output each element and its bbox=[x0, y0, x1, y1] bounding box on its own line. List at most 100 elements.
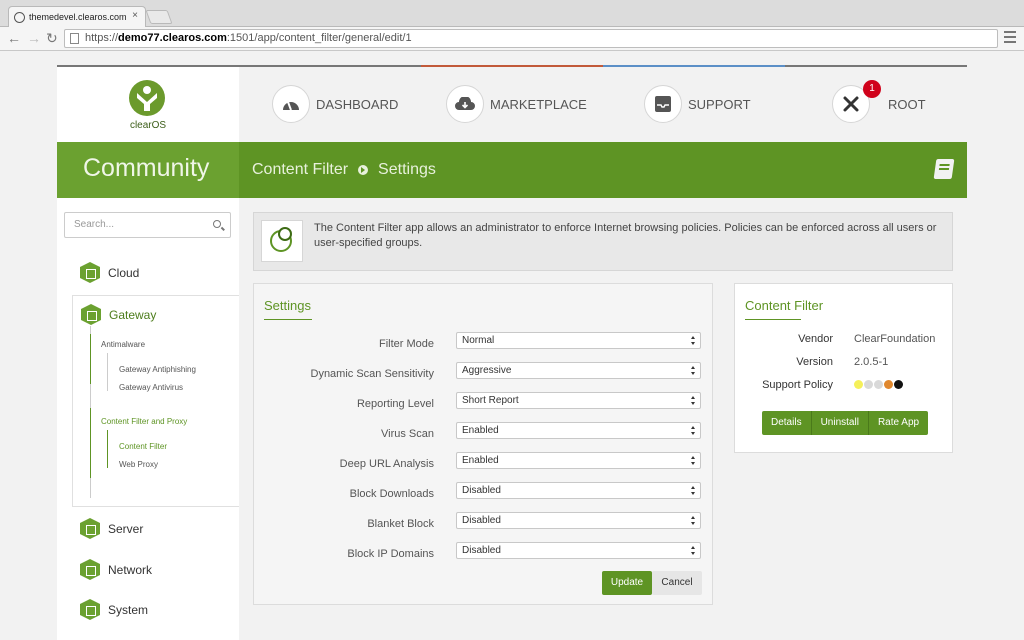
sidebar-item-network-label: Network bbox=[108, 562, 153, 577]
select-arrows-icon bbox=[691, 486, 696, 495]
reload-icon[interactable]: ↻ bbox=[46, 30, 58, 46]
sidebar-item-system[interactable]: System bbox=[80, 599, 148, 620]
nav-support-label: SUPPORT bbox=[688, 96, 751, 112]
vendor-label: Vendor bbox=[798, 333, 833, 345]
page-banner: Community Content Filter Settings bbox=[57, 142, 967, 198]
rate-app-button[interactable]: Rate App bbox=[868, 411, 929, 435]
support-dot bbox=[884, 380, 893, 389]
filter-mode-value: Normal bbox=[462, 335, 495, 346]
scan-sensitivity-select[interactable]: Aggressive bbox=[456, 362, 701, 379]
details-button[interactable]: Details bbox=[762, 411, 812, 435]
inbox-icon bbox=[644, 85, 682, 123]
block-ip-domains-label: Block IP Domains bbox=[347, 548, 434, 560]
breadcrumb-page: Settings bbox=[378, 161, 436, 178]
block-downloads-select[interactable]: Disabled bbox=[456, 482, 701, 499]
app-description-text: The Content Filter app allows an adminis… bbox=[314, 222, 937, 249]
block-ip-domains-select[interactable]: Disabled bbox=[456, 542, 701, 559]
cancel-button[interactable]: Cancel bbox=[652, 571, 702, 595]
browser-toolbar: ← → ↻ https://demo77.clearos.com:1501/ap… bbox=[0, 27, 1024, 51]
url-scheme: https:// bbox=[85, 32, 119, 44]
nav-marketplace[interactable]: MARKETPLACE bbox=[446, 84, 587, 124]
breadcrumb-app[interactable]: Content Filter bbox=[252, 161, 348, 179]
version-value: 2.0.5-1 bbox=[854, 356, 889, 368]
block-downloads-label: Block Downloads bbox=[349, 488, 434, 500]
sidebar-item-network[interactable]: Network bbox=[80, 559, 152, 580]
nav-support[interactable]: SUPPORT bbox=[644, 84, 751, 124]
search-input[interactable]: Search... bbox=[64, 212, 231, 238]
url-host: demo77.clearos.com bbox=[118, 32, 227, 44]
blanket-block-select[interactable]: Disabled bbox=[456, 512, 701, 529]
sidebar-item-cloud-label: Cloud bbox=[108, 265, 140, 280]
app-info-title: Content Filter bbox=[745, 298, 824, 313]
browser-tab[interactable]: themedevel.clearos.com × bbox=[8, 6, 146, 27]
logo-text: clearOS bbox=[129, 120, 167, 131]
cube-icon bbox=[80, 262, 100, 283]
reporting-level-value: Short Report bbox=[462, 395, 519, 406]
blanket-block-value: Disabled bbox=[462, 515, 501, 526]
sidebar-item-gateway[interactable]: Gateway bbox=[81, 304, 156, 325]
select-arrows-icon bbox=[691, 336, 696, 345]
book-icon[interactable] bbox=[933, 159, 955, 179]
virus-scan-label: Virus Scan bbox=[381, 428, 434, 440]
select-arrows-icon bbox=[691, 426, 696, 435]
back-arrow-icon[interactable]: ← bbox=[7, 30, 21, 46]
tree-line-active bbox=[90, 334, 91, 384]
content-filter-app-icon bbox=[261, 220, 303, 262]
sidebar-item-gateway-antivirus[interactable]: Gateway Antivirus bbox=[119, 383, 183, 392]
address-bar[interactable]: https://demo77.clearos.com:1501/app/cont… bbox=[64, 29, 998, 48]
new-tab-button[interactable] bbox=[145, 10, 173, 24]
vendor-value: ClearFoundation bbox=[854, 333, 936, 345]
settings-title: Settings bbox=[264, 298, 311, 313]
filter-mode-select[interactable]: Normal bbox=[456, 332, 701, 349]
reporting-level-select[interactable]: Short Report bbox=[456, 392, 701, 409]
nav-root[interactable]: 1 ROOT bbox=[832, 80, 926, 124]
select-arrows-icon bbox=[691, 366, 696, 375]
app-frame: clearOS DASHBOARD MARKETPLACE SUPPORT 1 bbox=[57, 65, 967, 640]
support-policy-rating bbox=[854, 380, 914, 390]
header-nav: DASHBOARD MARKETPLACE SUPPORT 1 ROOT bbox=[239, 67, 967, 142]
select-arrows-icon bbox=[691, 396, 696, 405]
update-button[interactable]: Update bbox=[602, 571, 652, 595]
group-content-filter-proxy[interactable]: Content Filter and Proxy bbox=[101, 417, 187, 426]
nav-dashboard-label: DASHBOARD bbox=[316, 96, 399, 112]
cube-icon bbox=[80, 518, 100, 539]
uninstall-button[interactable]: Uninstall bbox=[811, 411, 869, 435]
select-arrows-icon bbox=[691, 546, 696, 555]
browser-menu-icon[interactable] bbox=[1004, 31, 1016, 46]
group-antimalware[interactable]: Antimalware bbox=[101, 340, 145, 349]
breadcrumb: Content Filter Settings bbox=[252, 161, 436, 179]
app-description: The Content Filter app allows an adminis… bbox=[253, 212, 953, 271]
tab-close-icon[interactable]: × bbox=[132, 10, 138, 21]
breadcrumb-arrow-icon bbox=[358, 165, 369, 175]
virus-scan-select[interactable]: Enabled bbox=[456, 422, 701, 439]
sidebar-item-server[interactable]: Server bbox=[80, 518, 143, 539]
sidebar-item-gateway-label: Gateway bbox=[109, 307, 157, 322]
edition-box: Community bbox=[57, 142, 239, 198]
notification-badge: 1 bbox=[863, 80, 881, 98]
app-actions: Details Uninstall Rate App bbox=[762, 411, 929, 435]
sidebar-item-web-proxy[interactable]: Web Proxy bbox=[119, 460, 158, 469]
search-icon[interactable] bbox=[213, 220, 221, 228]
block-downloads-value: Disabled bbox=[462, 485, 501, 496]
sidebar-item-server-label: Server bbox=[108, 521, 144, 536]
title-underline bbox=[745, 319, 801, 320]
logo-area[interactable]: clearOS bbox=[57, 67, 239, 142]
support-dot bbox=[854, 380, 863, 389]
sidebar-item-cloud[interactable]: Cloud bbox=[80, 262, 139, 283]
tree-line-active bbox=[107, 430, 108, 468]
browser-tab-bar: themedevel.clearos.com × bbox=[0, 0, 1024, 27]
deep-url-value: Enabled bbox=[462, 455, 499, 466]
forward-arrow-icon[interactable]: → bbox=[27, 30, 41, 46]
gateway-panel: Gateway Antimalware Gateway Antiphishing… bbox=[72, 295, 239, 507]
version-label: Version bbox=[796, 356, 833, 368]
tree-line-active bbox=[90, 408, 91, 478]
deep-url-select[interactable]: Enabled bbox=[456, 452, 701, 469]
sidebar: Search... Cloud Gateway Antimalware Gate… bbox=[57, 198, 239, 640]
support-dot bbox=[894, 380, 903, 389]
blanket-block-label: Blanket Block bbox=[367, 518, 434, 530]
sidebar-item-content-filter[interactable]: Content Filter bbox=[119, 442, 167, 451]
virus-scan-value: Enabled bbox=[462, 425, 499, 436]
cloud-download-icon bbox=[446, 85, 484, 123]
nav-dashboard[interactable]: DASHBOARD bbox=[272, 84, 398, 124]
sidebar-item-gateway-antiphishing[interactable]: Gateway Antiphishing bbox=[119, 365, 196, 374]
